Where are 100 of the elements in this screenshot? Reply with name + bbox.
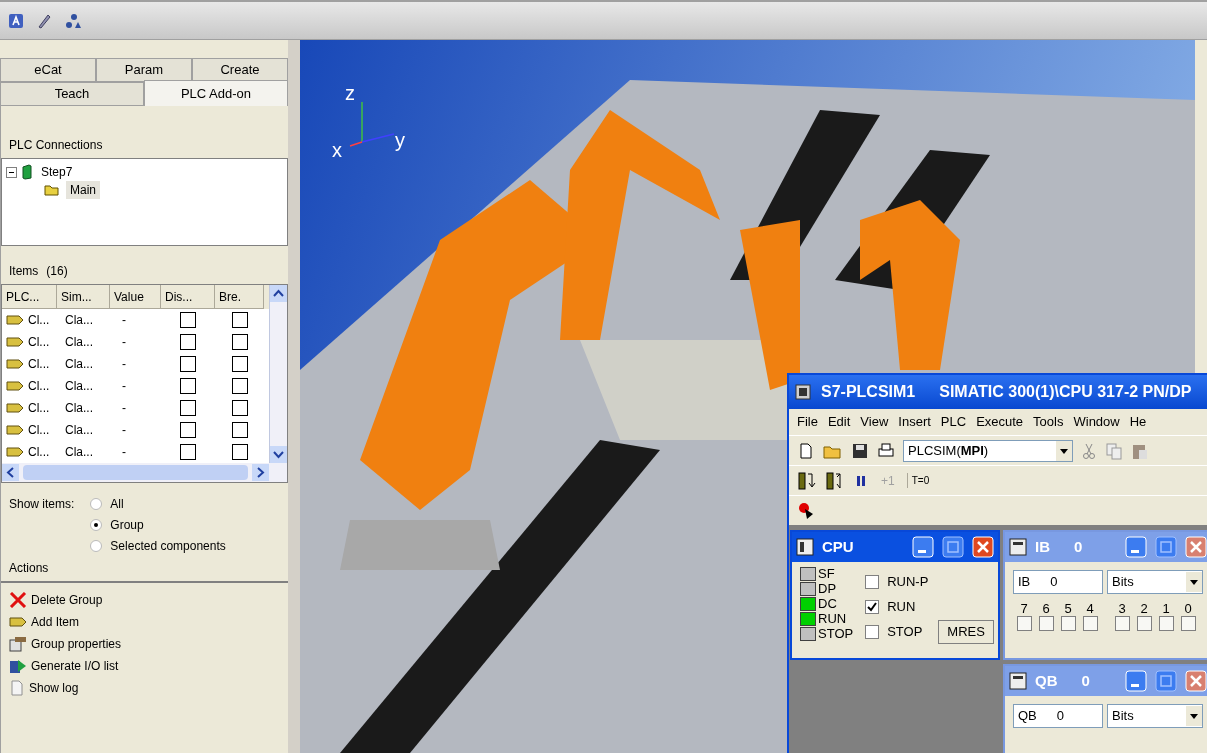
minimize-icon[interactable] <box>912 536 934 558</box>
checkbox[interactable] <box>1060 616 1076 631</box>
checkbox[interactable] <box>865 575 880 589</box>
mode-label[interactable]: STOP <box>887 622 923 642</box>
action-link[interactable]: Show log <box>29 679 79 697</box>
reset-timers-button[interactable]: T=0 <box>906 473 934 488</box>
pencil-icon[interactable] <box>36 12 52 29</box>
tree-item[interactable]: Step7 <box>37 163 77 181</box>
checkbox[interactable] <box>865 625 880 639</box>
menu-item[interactable]: PLC <box>940 412 967 432</box>
checkbox[interactable] <box>1114 616 1130 631</box>
delete-icon <box>9 592 27 608</box>
checkbox[interactable] <box>180 422 196 438</box>
axis-label: y <box>395 128 405 153</box>
minimize-icon[interactable] <box>1125 670 1147 692</box>
tab[interactable]: Param <box>96 58 192 82</box>
item-count: (16) <box>46 263 68 280</box>
shapes-icon[interactable] <box>64 12 82 29</box>
close-icon[interactable] <box>972 536 994 558</box>
menu-item[interactable]: Window <box>1073 412 1120 432</box>
column-header[interactable]: Sim... <box>57 285 110 309</box>
format-dropdown[interactable]: Bits <box>1107 570 1203 594</box>
window-title: QB <box>1035 670 1058 691</box>
address-field[interactable]: IB 0 <box>1013 570 1103 594</box>
action-link[interactable]: Generate I/O list <box>31 657 119 675</box>
checkbox[interactable] <box>180 400 196 416</box>
tab[interactable]: PLC Add-on <box>144 80 288 106</box>
address-field[interactable]: QB 0 <box>1013 704 1103 728</box>
checkbox[interactable] <box>180 356 196 372</box>
maximize-icon[interactable] <box>942 536 964 558</box>
select-tool-icon[interactable] <box>8 12 24 29</box>
checkbox[interactable] <box>180 378 196 394</box>
column-header[interactable]: PLC... <box>2 285 57 309</box>
tab[interactable]: Teach <box>0 82 144 106</box>
radio-button[interactable] <box>90 519 103 531</box>
menu-item[interactable]: He <box>1129 412 1147 432</box>
checkbox[interactable] <box>231 378 248 394</box>
radio-button[interactable] <box>90 540 103 552</box>
checkbox[interactable] <box>231 444 248 460</box>
window-title: SIMATIC 300(1)\CPU 317-2 PN/DP <box>939 382 1192 402</box>
print-icon[interactable] <box>877 441 895 460</box>
tree-item[interactable]: Main <box>66 181 100 199</box>
horizontal-scrollbar[interactable] <box>2 463 287 482</box>
new-file-icon[interactable] <box>797 441 815 460</box>
radio-label[interactable]: Group <box>110 516 144 534</box>
station-dropdown[interactable]: PLCSIM(MPI) <box>903 439 1073 462</box>
menu-item[interactable]: Insert <box>898 412 931 432</box>
mode-label[interactable]: RUN <box>887 597 916 617</box>
insert-input-icon[interactable] <box>797 470 817 491</box>
checkbox[interactable] <box>865 600 880 614</box>
tab[interactable]: eCat <box>0 58 96 82</box>
checkbox[interactable] <box>231 400 248 416</box>
radio-label[interactable]: All <box>110 495 124 513</box>
table-cell: - <box>122 335 126 349</box>
radio-button[interactable] <box>90 498 103 510</box>
checkbox[interactable] <box>231 312 248 328</box>
collapse-toggle-icon[interactable] <box>6 166 17 178</box>
checkbox[interactable] <box>1136 616 1152 631</box>
action-link[interactable]: Add Item <box>31 613 80 631</box>
table-cell: Cla... <box>65 401 93 415</box>
menu-item[interactable]: Tools <box>1033 412 1064 432</box>
table-cell: - <box>122 357 126 371</box>
checkbox[interactable] <box>1082 616 1098 631</box>
vertical-scrollbar[interactable] <box>269 285 287 463</box>
checkbox[interactable] <box>180 312 196 328</box>
table-cell-text: Cl... <box>28 400 50 417</box>
column-header[interactable]: Dis... <box>161 285 215 309</box>
checkbox[interactable] <box>231 334 248 350</box>
table-cell: Cla... <box>65 313 93 327</box>
table-cell: - <box>122 313 126 327</box>
radio-label[interactable]: Selected components <box>110 537 226 555</box>
close-icon[interactable] <box>1185 536 1207 558</box>
menu-item[interactable]: Edit <box>827 412 851 432</box>
menu-item[interactable]: File <box>797 412 818 432</box>
checkbox[interactable] <box>231 356 248 372</box>
save-icon[interactable] <box>851 441 869 460</box>
window-title: S7-PLCSIM1 <box>821 382 916 402</box>
checkbox[interactable] <box>231 422 248 438</box>
checkbox[interactable] <box>1180 616 1196 631</box>
checkbox[interactable] <box>1016 616 1032 631</box>
mode-label[interactable]: RUN-P <box>887 572 929 592</box>
close-icon[interactable] <box>1185 670 1207 692</box>
menu-item[interactable]: Execute <box>976 412 1024 432</box>
checkbox[interactable] <box>180 334 196 350</box>
tab[interactable]: Create <box>192 58 288 82</box>
minimize-icon[interactable] <box>1125 536 1147 558</box>
checkbox[interactable] <box>1038 616 1054 631</box>
column-header[interactable]: Bre. <box>215 285 264 309</box>
axis-label: x <box>332 138 342 163</box>
plc-device-icon <box>21 164 33 180</box>
action-link[interactable]: Group properties <box>31 635 122 653</box>
menu-item[interactable]: View <box>860 412 889 432</box>
column-header[interactable]: Value <box>110 285 161 309</box>
action-link[interactable]: Delete Group <box>31 591 103 609</box>
checkbox[interactable] <box>1158 616 1174 631</box>
reset-button[interactable]: MRES <box>938 620 994 644</box>
checkbox[interactable] <box>180 444 196 460</box>
table-cell-text: Cl... <box>28 312 50 329</box>
tag-icon <box>6 315 24 325</box>
format-dropdown[interactable]: Bits <box>1107 704 1203 728</box>
